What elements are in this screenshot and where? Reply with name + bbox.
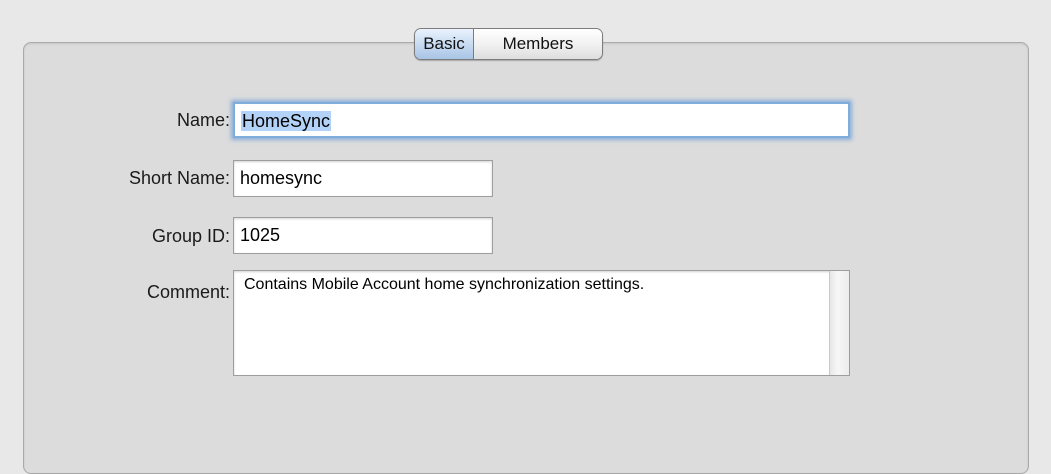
short-name-label: Short Name:	[128, 168, 230, 188]
short-name-field[interactable]: homesync	[233, 160, 493, 197]
name-field[interactable]: HomeSync	[233, 102, 850, 138]
tab-basic[interactable]: Basic	[415, 29, 474, 59]
label-column: Name: Short Name: Group ID: Comment:	[0, 0, 230, 454]
tab-members[interactable]: Members	[474, 29, 602, 59]
group-id-label: Group ID:	[151, 226, 230, 246]
tab-bar: Basic Members	[414, 28, 603, 60]
name-field-selected-text: HomeSync	[241, 111, 332, 131]
comment-label: Comment:	[146, 282, 230, 302]
short-name-value: homesync	[240, 168, 323, 188]
name-label: Name:	[176, 110, 230, 130]
group-id-value: 1025	[240, 225, 281, 245]
comment-scrollbar[interactable]	[829, 271, 849, 375]
comment-textarea[interactable]: Contains Mobile Account home synchroniza…	[233, 270, 850, 376]
comment-value: Contains Mobile Account home synchroniza…	[244, 276, 645, 293]
group-id-field[interactable]: 1025	[233, 217, 493, 254]
